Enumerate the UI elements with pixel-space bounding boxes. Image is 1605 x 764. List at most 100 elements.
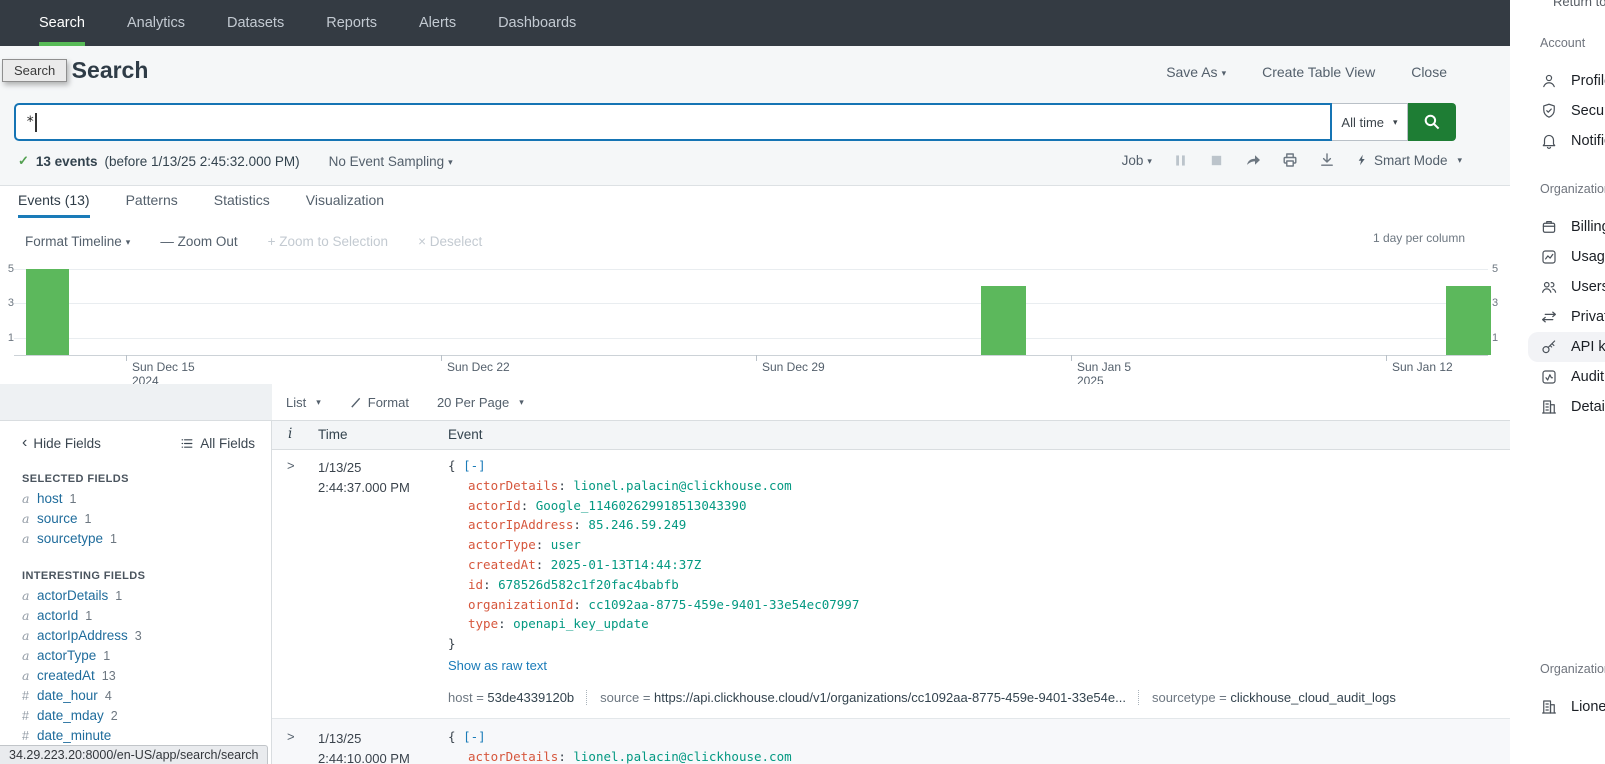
print-button[interactable] [1282, 152, 1298, 168]
zoom-out-button[interactable]: — Zoom Out [160, 234, 237, 249]
side-panel-item[interactable]: Usage [1528, 242, 1605, 272]
user-icon [1540, 72, 1558, 90]
timeline-bar[interactable] [981, 286, 1026, 355]
return-link[interactable]: Return to [1553, 0, 1605, 9]
building-icon [1540, 398, 1558, 416]
nav-item[interactable]: Search [18, 0, 106, 46]
share-icon [1245, 152, 1261, 168]
meta-field[interactable]: source = https://api.clickhouse.cloud/v1… [586, 690, 1126, 705]
field-item[interactable]: aactorType1 [22, 646, 271, 666]
close-button[interactable]: Close [1411, 64, 1447, 80]
field-item[interactable]: aactorId1 [22, 606, 271, 626]
all-fields-button[interactable]: All Fields [180, 436, 255, 451]
meta-field[interactable]: host = 53de4339120b [448, 690, 574, 705]
x-tick-mark [756, 355, 757, 361]
nav-item[interactable]: Datasets [206, 0, 305, 46]
time-range-picker[interactable]: All time▾ [1332, 103, 1408, 141]
caret-down-icon: ▾ [1222, 68, 1227, 78]
events-note: (before 1/13/25 2:45:32.000 PM) [104, 154, 299, 169]
print-icon [1282, 152, 1298, 168]
side-panel-item[interactable]: Profile [1528, 66, 1605, 96]
collapse-toggle[interactable]: [-] [463, 458, 486, 473]
field-item[interactable]: acreatedAt13 [22, 666, 271, 686]
hide-fields-button[interactable]: ‹Hide Fields [22, 434, 101, 452]
side-panel-item[interactable]: Security [1528, 96, 1605, 126]
per-page-dropdown[interactable]: 20 Per Page▾ [437, 395, 524, 410]
arrows-icon [1540, 308, 1558, 326]
search-input[interactable]: * [14, 103, 1332, 141]
side-panel-item[interactable]: Audit [1528, 362, 1605, 392]
list-view-dropdown[interactable]: List▾ [286, 395, 321, 410]
field-item[interactable]: asourcetype1 [22, 529, 271, 549]
audit-icon [1540, 368, 1558, 386]
side-panel-item[interactable]: Private [1528, 302, 1605, 332]
x-tick-mark [441, 355, 442, 361]
results-toolbar: List▾ Format 20 Per Page▾ [272, 384, 1510, 420]
side-panel-item[interactable]: Lionel [1528, 692, 1605, 722]
header-actions: Save As▾ Create Table View Close [1166, 64, 1447, 80]
side-panel-item[interactable]: Notifications [1528, 126, 1605, 156]
pause-button[interactable] [1173, 153, 1188, 168]
expand-chevron-icon[interactable]: > [287, 729, 295, 744]
json-field: organizationId: cc1092aa-8775-459e-9401-… [448, 595, 859, 615]
nav-item[interactable]: Reports [305, 0, 398, 46]
organization-switcher-section: Organization Lionel [1510, 662, 1605, 722]
nav-item[interactable]: Alerts [398, 0, 477, 46]
key-icon [1540, 338, 1558, 356]
field-item[interactable]: ahost1 [22, 489, 271, 509]
job-menu[interactable]: Job▾ [1122, 153, 1152, 168]
deselect-button[interactable]: × Deselect [418, 234, 482, 249]
side-panel-item[interactable]: API keys [1528, 332, 1605, 362]
save-as-button[interactable]: Save As▾ [1166, 64, 1226, 80]
section-header: Organization [1510, 182, 1605, 196]
json-field: createdAt: 2025-01-13T14:44:37Z [448, 555, 859, 575]
collapse-toggle[interactable]: [-] [463, 729, 486, 744]
event-sampling-dropdown[interactable]: No Event Sampling▾ [329, 154, 453, 169]
field-item[interactable]: aactorDetails1 [22, 586, 271, 606]
result-tab[interactable]: Statistics [214, 192, 270, 218]
text-cursor [35, 113, 37, 132]
chevron-left-icon: ‹ [22, 434, 27, 452]
event-timestamp: 1/13/25 2:44:37.000 PM [318, 458, 410, 498]
field-item[interactable]: #date_minute [22, 726, 271, 746]
result-tab[interactable]: Patterns [126, 192, 178, 218]
gridline [14, 303, 1488, 304]
search-button[interactable] [1408, 103, 1456, 141]
nav-item[interactable]: Analytics [106, 0, 206, 46]
field-item[interactable]: asource1 [22, 509, 271, 529]
side-panel-item[interactable]: Details [1528, 392, 1605, 422]
result-tab[interactable]: Visualization [306, 192, 384, 218]
side-panel-item[interactable]: Users [1528, 272, 1605, 302]
job-done-check-icon: ✓ [18, 153, 29, 169]
result-tab[interactable]: Events (13) [18, 192, 90, 218]
zoom-to-selection-button[interactable]: + Zoom to Selection [268, 234, 388, 249]
caret-down-icon: ▾ [519, 397, 524, 408]
result-tabs: Events (13) Patterns Statistics Visualiz… [18, 192, 384, 218]
show-raw-text-link[interactable]: Show as raw text [448, 658, 547, 673]
format-timeline-dropdown[interactable]: Format Timeline▾ [25, 234, 130, 249]
side-panel-item[interactable]: Billing [1528, 212, 1605, 242]
field-item[interactable]: #date_hour4 [22, 686, 271, 706]
timeline-bar[interactable] [26, 269, 69, 355]
info-column-header: i [288, 426, 292, 442]
expand-chevron-icon[interactable]: > [287, 458, 295, 473]
gridline [14, 338, 1488, 339]
search-mode-dropdown[interactable]: Smart Mode▾ [1356, 153, 1462, 168]
events-table-header: i Time Event [272, 420, 1510, 450]
minus-icon: — [160, 234, 174, 249]
export-button[interactable] [1319, 152, 1335, 168]
nav-item[interactable]: Dashboards [477, 0, 597, 46]
timeline-plot: 113355 [0, 258, 1510, 356]
users-icon [1540, 278, 1558, 296]
stop-button[interactable] [1209, 153, 1224, 168]
pencil-icon [349, 396, 362, 409]
share-button[interactable] [1245, 152, 1261, 168]
meta-field[interactable]: sourcetype = clickhouse_cloud_audit_logs [1138, 690, 1396, 705]
timeline-bar[interactable] [1446, 286, 1491, 355]
create-table-view-button[interactable]: Create Table View [1262, 64, 1375, 80]
organization-section: Organization Billing Usage Users [1510, 182, 1605, 422]
field-item[interactable]: aactorIpAddress3 [22, 626, 271, 646]
format-results-button[interactable]: Format [349, 395, 409, 410]
field-item[interactable]: #date_mday2 [22, 706, 271, 726]
events-count: 13 events [36, 154, 98, 169]
